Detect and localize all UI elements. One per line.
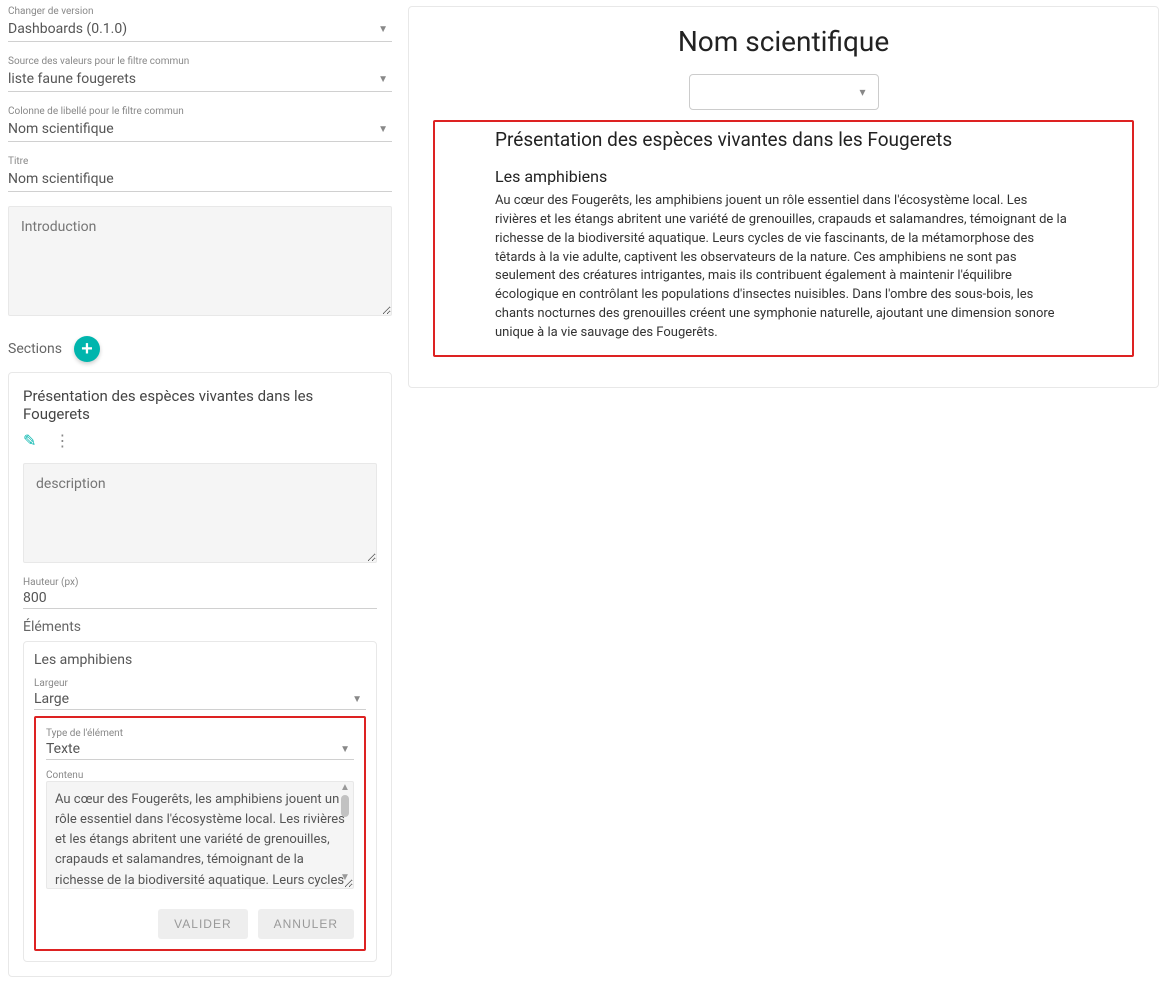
titre-label: Titre — [8, 156, 392, 167]
largeur-label: Largeur — [34, 678, 366, 689]
largeur-field[interactable]: Largeur Large ▼ — [34, 678, 366, 710]
source-select[interactable]: Source des valeurs pour le filtre commun… — [8, 56, 392, 92]
chevron-down-icon: ▼ — [340, 744, 350, 755]
preview-card: Nom scientifique ▾ Présentation des espè… — [408, 6, 1159, 388]
version-label: Changer de version — [8, 6, 392, 17]
type-field[interactable]: Type de l'élément Texte ▼ — [46, 728, 354, 760]
version-value: Dashboards (0.1.0) — [8, 19, 392, 39]
preview-element-text: Au cœur des Fougerêts, les amphibiens jo… — [495, 192, 1072, 343]
hauteur-label: Hauteur (px) — [23, 577, 377, 588]
contenu-textarea[interactable] — [46, 781, 354, 889]
chevron-down-icon: ▼ — [378, 124, 388, 135]
section-description-textarea[interactable] — [23, 463, 377, 563]
valider-button[interactable]: VALIDER — [158, 909, 247, 939]
element-card: Les amphibiens Largeur Large ▼ Type de l… — [23, 641, 377, 962]
titre-input[interactable]: Titre Nom scientifique — [8, 156, 392, 192]
section-card: Présentation des espèces vivantes dans l… — [8, 372, 392, 977]
preview-element-title: Les amphibiens — [495, 167, 1072, 186]
add-section-button[interactable]: + — [74, 336, 100, 362]
source-value: liste faune fougerets — [8, 69, 392, 89]
titre-value: Nom scientifique — [8, 169, 392, 189]
largeur-value-text: Large — [34, 691, 69, 707]
intro-textarea[interactable] — [8, 206, 392, 316]
libelle-label: Colonne de libellé pour le filtre commun — [8, 106, 392, 117]
type-label: Type de l'élément — [46, 728, 354, 739]
hauteur-value: 800 — [23, 588, 377, 609]
sections-header: Sections + — [8, 336, 392, 362]
preview-highlight: Présentation des espèces vivantes dans l… — [433, 120, 1134, 357]
pencil-icon: ✎ — [23, 433, 36, 450]
section-title: Présentation des espèces vivantes dans l… — [23, 387, 377, 423]
preview-panel: Nom scientifique ▾ Présentation des espè… — [400, 0, 1167, 985]
hauteur-field[interactable]: Hauteur (px) 800 — [23, 577, 377, 609]
largeur-value: Large ▼ — [34, 689, 366, 710]
preview-filter-select[interactable]: ▾ — [689, 74, 879, 110]
element-editor-highlight: Type de l'élément Texte ▼ Contenu ▲ — [34, 716, 366, 951]
chevron-down-icon: ▼ — [352, 694, 362, 705]
source-label: Source des valeurs pour le filtre commun — [8, 56, 392, 67]
chevron-down-icon: ▼ — [378, 74, 388, 85]
sections-label: Sections — [8, 341, 62, 357]
preview-title: Nom scientifique — [433, 25, 1134, 58]
contenu-label: Contenu — [46, 770, 354, 781]
preview-section-title: Présentation des espèces vivantes dans l… — [495, 128, 1072, 151]
libelle-select[interactable]: Colonne de libellé pour le filtre commun… — [8, 106, 392, 142]
plus-icon: + — [81, 338, 93, 361]
form-panel: Changer de version Dashboards (0.1.0) ▼ … — [0, 0, 400, 985]
annuler-button[interactable]: ANNULER — [258, 909, 354, 939]
version-select[interactable]: Changer de version Dashboards (0.1.0) ▼ — [8, 6, 392, 42]
contenu-field: Contenu ▲ ▼ — [46, 770, 354, 893]
chevron-down-icon: ▾ — [859, 85, 865, 99]
element-title: Les amphibiens — [34, 652, 366, 668]
kebab-menu-icon: ⋮ — [54, 433, 70, 450]
edit-section-button[interactable]: ✎ — [23, 431, 36, 451]
type-value: Texte ▼ — [46, 739, 354, 760]
chevron-down-icon: ▼ — [378, 24, 388, 35]
section-menu-button[interactable]: ⋮ — [54, 431, 70, 451]
elements-label: Éléments — [23, 619, 377, 635]
libelle-value: Nom scientifique — [8, 119, 392, 139]
type-value-text: Texte — [46, 741, 80, 757]
